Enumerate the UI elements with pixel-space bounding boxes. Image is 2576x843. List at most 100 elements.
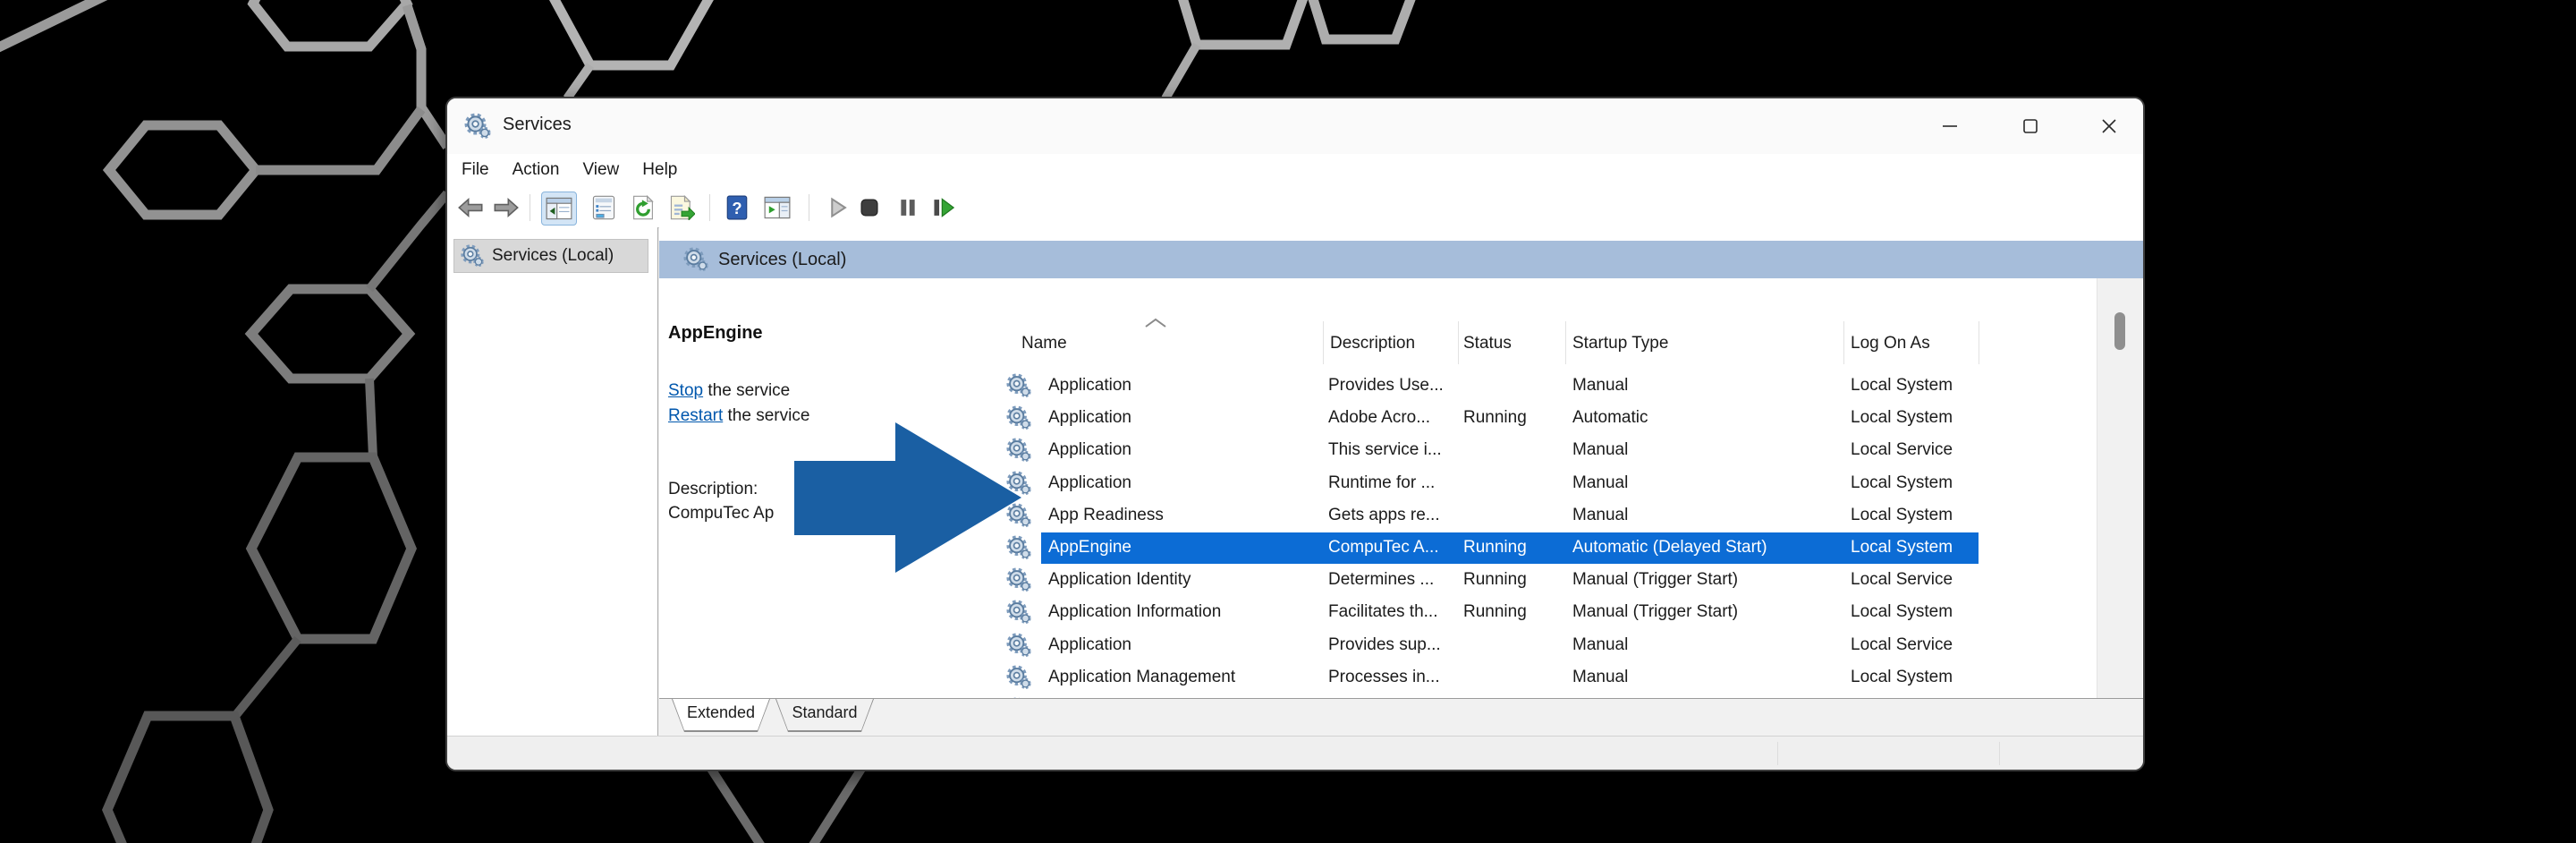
sort-ascending-icon <box>1143 318 1168 328</box>
service-row-application[interactable]: ApplicationProvides sup...ManualLocal Se… <box>1002 630 2096 662</box>
menu-bar: FileActionViewHelp <box>447 154 2143 189</box>
service-gear-icon <box>1005 502 1032 529</box>
status-divider <box>1777 742 1778 765</box>
minimize-icon <box>1941 117 1959 135</box>
window-pane-icon <box>764 195 791 220</box>
cell-start: Manual <box>1572 635 1628 655</box>
cell-desc: This service i... <box>1328 440 1442 460</box>
window-tree-icon <box>546 196 572 221</box>
services-gear-icon <box>682 246 709 273</box>
toolbar-separator <box>709 194 710 221</box>
service-gear-icon <box>1005 437 1032 464</box>
column-header-log-on-as[interactable]: Log On As <box>1851 334 1930 353</box>
services-app-icon <box>463 112 492 140</box>
service-gear-icon <box>1005 566 1032 593</box>
cell-desc: Adobe Acro... <box>1328 408 1430 428</box>
refresh-button[interactable] <box>626 192 660 224</box>
status-divider <box>1999 742 2000 765</box>
description-label: Description: <box>668 480 758 499</box>
cell-desc: Determines ... <box>1328 570 1434 590</box>
column-divider <box>1323 321 1324 364</box>
service-row-application-information[interactable]: Application Information Facilitates th...… <box>1002 597 2096 629</box>
help-icon: ? <box>724 195 750 220</box>
menu-item-view[interactable]: View <box>571 154 631 180</box>
service-row-application-identity[interactable]: Application IdentityDetermines ...Runnin… <box>1002 565 2096 597</box>
forward-button[interactable] <box>489 192 523 224</box>
service-gear-icon <box>1005 534 1032 561</box>
restart-service-line: Restart the service <box>668 406 809 426</box>
panel-header-band: Services (Local) <box>659 241 2143 278</box>
column-header-status[interactable]: Status <box>1463 334 1512 353</box>
cell-logon: Local System <box>1851 473 1953 493</box>
play-icon <box>824 195 851 220</box>
cell-desc: Runtime for ... <box>1328 473 1435 493</box>
desktop-background: Services FileActionViewHelp ? Services (… <box>0 0 2576 843</box>
column-header-description[interactable]: Description <box>1330 334 1415 353</box>
arrow-left-icon <box>457 195 484 220</box>
service-gear-icon <box>1005 372 1032 399</box>
column-header-name[interactable]: Name <box>1021 334 1067 353</box>
cell-name: Application <box>1048 473 1131 493</box>
cell-status: Running <box>1463 602 1527 622</box>
restart-service-link[interactable]: Restart <box>668 406 723 425</box>
cell-desc: CompuTec A... <box>1328 538 1439 558</box>
service-row-app-readiness[interactable]: App ReadinessGets apps re...ManualLocal … <box>1002 500 2096 532</box>
minimize-button[interactable] <box>1923 107 1977 145</box>
tab-label: Extended <box>672 703 770 722</box>
vertical-scrollbar[interactable] <box>2097 278 2142 698</box>
export-list-button[interactable] <box>665 192 699 224</box>
cell-status: Running <box>1463 570 1527 590</box>
services-window: Services FileActionViewHelp ? Services (… <box>445 97 2145 771</box>
service-row-appengine[interactable]: AppEngineCompuTec A...RunningAutomatic (… <box>1002 532 2096 565</box>
tree-root-services-local[interactable]: Services (Local) <box>453 239 648 273</box>
service-row-application[interactable]: ApplicationAdobe Acro...RunningAutomatic… <box>1002 403 2096 435</box>
cell-start: Manual (Trigger Start) <box>1572 570 1738 590</box>
maximize-button[interactable] <box>2004 107 2057 145</box>
menu-item-help[interactable]: Help <box>631 154 689 180</box>
description-value: CompuTec Ap <box>668 504 774 524</box>
cell-logon: Local System <box>1851 538 1953 558</box>
pause-service-button[interactable] <box>891 192 925 224</box>
cell-start: Manual <box>1572 506 1628 525</box>
maximize-icon <box>2021 117 2039 135</box>
properties-button[interactable] <box>587 192 621 224</box>
pause-icon <box>894 195 921 220</box>
start-service-button[interactable] <box>820 192 854 224</box>
help-button[interactable]: ? <box>720 192 754 224</box>
tab-standard[interactable]: Standard <box>775 699 874 732</box>
cell-name: Application <box>1048 408 1131 428</box>
tab-extended[interactable]: Extended <box>672 699 770 732</box>
arrow-right-icon <box>493 195 520 220</box>
menu-item-action[interactable]: Action <box>501 154 572 180</box>
cell-desc: Facilitates th... <box>1328 602 1438 622</box>
stop-service-link[interactable]: Stop <box>668 381 703 400</box>
back-button[interactable] <box>453 192 487 224</box>
stop-service-button[interactable] <box>852 192 886 224</box>
cell-start: Automatic (Delayed Start) <box>1572 538 1767 558</box>
show-hide-console-tree-button[interactable] <box>541 192 577 226</box>
service-row-application[interactable]: ApplicationProvides Use...ManualLocal Sy… <box>1002 370 2096 403</box>
service-row-application[interactable]: ApplicationThis service i...ManualLocal … <box>1002 435 2096 467</box>
column-header-startup-type[interactable]: Startup Type <box>1572 334 1668 353</box>
service-row-application[interactable]: ApplicationRuntime for ...ManualLocal Sy… <box>1002 468 2096 500</box>
cell-logon: Local Service <box>1851 570 1953 590</box>
services-main-panel: Services (Local) AppEngine Stop the serv… <box>659 227 2143 736</box>
close-icon <box>2100 117 2118 135</box>
status-bar <box>447 736 2143 771</box>
cell-desc: Provides sup... <box>1328 635 1441 655</box>
cell-logon: Local System <box>1851 506 1953 525</box>
title-bar[interactable]: Services <box>447 98 2143 155</box>
stop-service-line: Stop the service <box>668 381 790 401</box>
cell-logon: Local System <box>1851 408 1953 428</box>
service-row-application-management[interactable]: Application ManagementProcesses in...Man… <box>1002 662 2096 694</box>
services-gear-icon <box>460 243 485 268</box>
scrollbar-thumb[interactable] <box>2114 312 2125 350</box>
cell-name: Application Information <box>1048 602 1221 622</box>
cell-start: Manual (Trigger Start) <box>1572 602 1738 622</box>
menu-item-file[interactable]: File <box>450 154 501 180</box>
cell-logon: Local System <box>1851 376 1953 396</box>
close-button[interactable] <box>2082 107 2136 145</box>
show-hide-action-pane-button[interactable] <box>760 192 794 224</box>
cell-name: Application <box>1048 376 1131 396</box>
restart-service-button[interactable] <box>926 192 960 224</box>
